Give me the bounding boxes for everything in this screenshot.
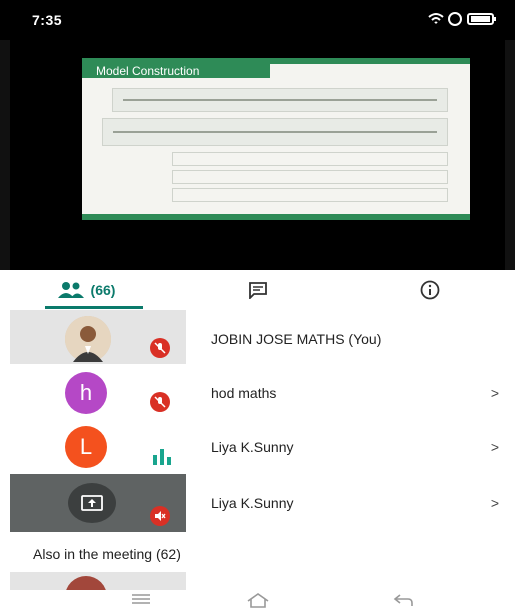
volume-off-icon bbox=[155, 511, 166, 521]
status-icons bbox=[428, 12, 497, 29]
status-bar: 7:35 bbox=[0, 0, 515, 40]
info-icon bbox=[420, 280, 440, 300]
screen-share-icon bbox=[81, 495, 103, 511]
participant-name: JOBIN JOSE MATHS (You) bbox=[211, 331, 382, 347]
battery-icon bbox=[467, 13, 496, 25]
participant-row[interactable]: h hod maths > bbox=[10, 364, 515, 422]
participant-row[interactable]: Liya K.Sunny > bbox=[10, 474, 515, 532]
participant-tile bbox=[10, 310, 186, 368]
chevron-right-icon[interactable]: > bbox=[491, 418, 499, 476]
signal-icon bbox=[448, 12, 463, 26]
chevron-right-icon[interactable]: > bbox=[491, 364, 499, 422]
slide-formula-box bbox=[172, 152, 448, 166]
also-in-meeting-heading: Also in the meeting (62) bbox=[33, 546, 181, 562]
avatar bbox=[65, 576, 107, 590]
participant-row[interactable]: L Liya K.Sunny > bbox=[10, 418, 515, 476]
tab-people[interactable]: (66) bbox=[0, 270, 172, 310]
participant-tile: h bbox=[10, 364, 186, 422]
tab-chat[interactable] bbox=[172, 270, 344, 310]
menu-icon[interactable] bbox=[130, 592, 152, 606]
tab-bar: (66) bbox=[0, 270, 515, 310]
back-icon[interactable] bbox=[392, 592, 414, 608]
presentation-slide: Model Construction bbox=[82, 58, 470, 220]
speaking-indicator-icon bbox=[151, 447, 173, 465]
slide-formula-box bbox=[172, 170, 448, 184]
participant-name: Liya K.Sunny bbox=[211, 495, 294, 511]
avatar: L bbox=[65, 426, 107, 468]
slide-formula-box bbox=[172, 188, 448, 202]
mic-off-icon bbox=[154, 396, 166, 408]
home-icon[interactable] bbox=[246, 592, 270, 608]
participant-name: hod maths bbox=[211, 385, 277, 401]
chat-icon bbox=[249, 282, 267, 299]
active-tab-indicator bbox=[45, 306, 143, 309]
wifi-icon bbox=[428, 13, 444, 24]
audio-off-badge bbox=[150, 506, 170, 526]
participant-row[interactable]: JOBIN JOSE MATHS (You) bbox=[10, 310, 515, 368]
screen-share-tile bbox=[68, 483, 116, 523]
participant-name: Liya K.Sunny bbox=[211, 439, 294, 455]
avatar: h bbox=[65, 372, 107, 414]
presentation-video[interactable]: Model Construction bbox=[0, 40, 515, 270]
tab-info[interactable] bbox=[344, 270, 515, 310]
avatar bbox=[65, 316, 111, 362]
slide-formula-box bbox=[112, 88, 448, 112]
participant-tile: L bbox=[10, 418, 186, 476]
slide-formula-box bbox=[102, 118, 448, 146]
system-nav-bar bbox=[0, 590, 515, 610]
person-photo-icon bbox=[65, 316, 111, 362]
slide-title: Model Construction bbox=[82, 64, 270, 78]
participant-row[interactable] bbox=[10, 572, 186, 590]
slide-footer-bar bbox=[82, 214, 470, 220]
participant-count: (66) bbox=[90, 282, 116, 298]
chevron-right-icon[interactable]: > bbox=[491, 474, 499, 532]
mic-muted-badge bbox=[150, 338, 170, 358]
mic-off-icon bbox=[154, 342, 166, 354]
status-time: 7:35 bbox=[32, 12, 63, 28]
mic-muted-badge bbox=[150, 392, 170, 412]
people-icon bbox=[57, 282, 84, 298]
participant-tile bbox=[10, 474, 186, 532]
